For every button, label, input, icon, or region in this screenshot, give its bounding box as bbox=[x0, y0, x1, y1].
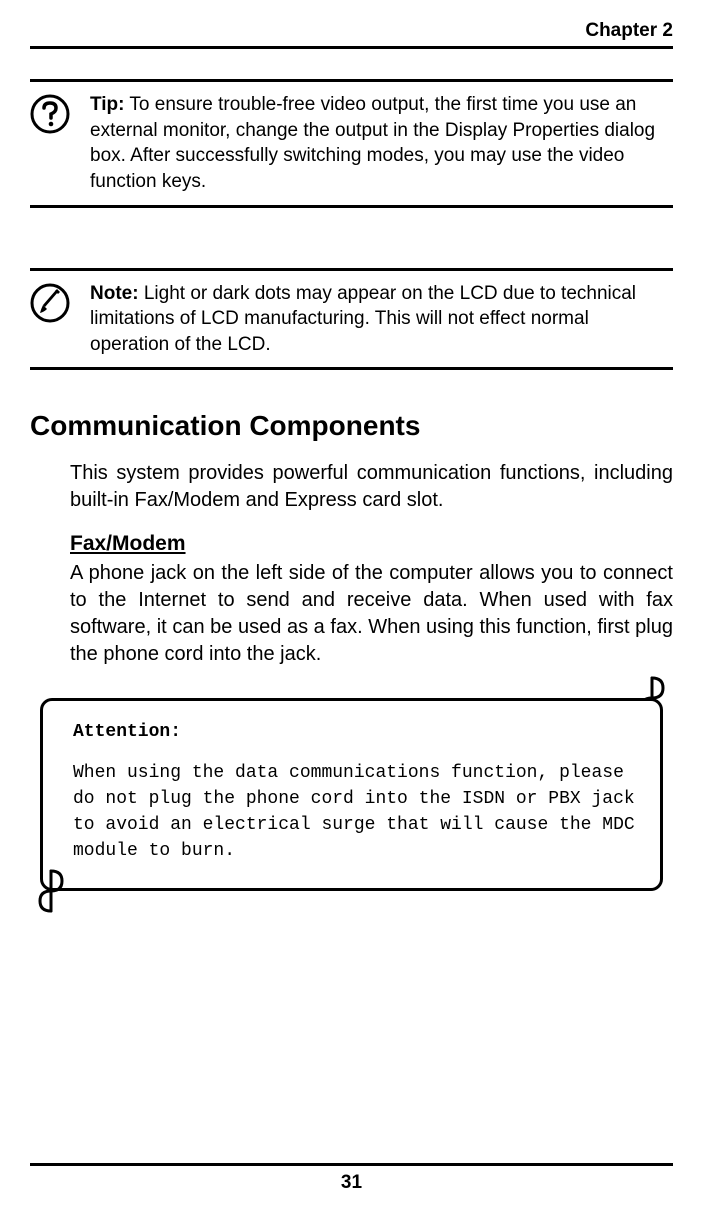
attention-scroll: Attention: When using the data communica… bbox=[40, 698, 663, 890]
page-footer: 31 bbox=[30, 1163, 673, 1194]
section-intro: This system provides powerful communicat… bbox=[70, 460, 673, 514]
attention-text: When using the data communications funct… bbox=[73, 760, 640, 864]
tip-label: Tip: bbox=[90, 94, 124, 115]
tip-icon bbox=[30, 94, 70, 139]
note-text-block: Note: Light or dark dots may appear on t… bbox=[90, 281, 673, 358]
note-label: Note: bbox=[90, 283, 139, 304]
note-body: Light or dark dots may appear on the LCD… bbox=[90, 283, 636, 355]
page-number: 31 bbox=[341, 1172, 362, 1193]
attention-content: Attention: When using the data communica… bbox=[40, 698, 663, 890]
scroll-curl-icon bbox=[36, 869, 66, 913]
tip-body: To ensure trouble-free video output, the… bbox=[90, 94, 655, 192]
note-callout: Note: Light or dark dots may appear on t… bbox=[30, 268, 673, 371]
tip-text-block: Tip: To ensure trouble-free video output… bbox=[90, 92, 673, 195]
chapter-label: Chapter 2 bbox=[585, 20, 673, 41]
note-icon bbox=[30, 283, 70, 328]
attention-label: Attention: bbox=[73, 719, 640, 745]
section-heading: Communication Components bbox=[30, 410, 673, 442]
sub-heading: Fax/Modem bbox=[70, 532, 673, 556]
page-header: Chapter 2 bbox=[30, 20, 673, 49]
sub-body: A phone jack on the left side of the com… bbox=[70, 560, 673, 668]
tip-callout: Tip: To ensure trouble-free video output… bbox=[30, 79, 673, 208]
